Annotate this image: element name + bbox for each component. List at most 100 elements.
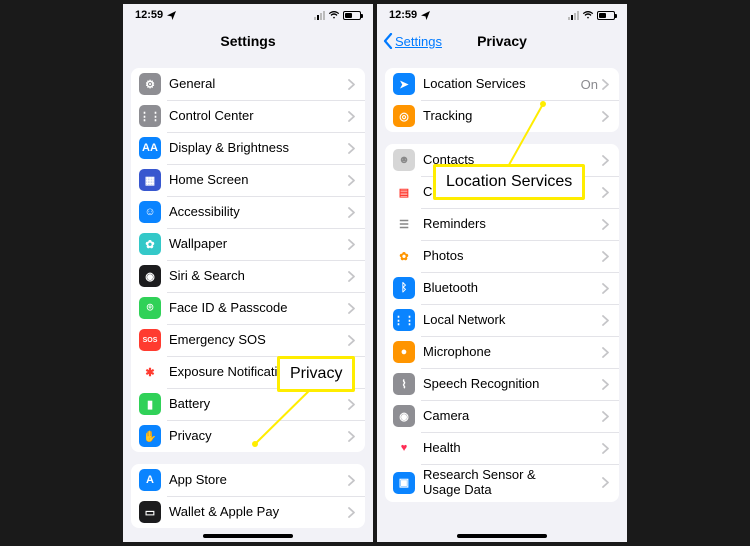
list-item[interactable]: AApp Store <box>131 464 365 496</box>
battery-icon <box>343 11 361 20</box>
list-item[interactable]: ➤ Location ServicesOn <box>385 68 619 100</box>
chevron-right-icon <box>348 303 355 314</box>
chevron-right-icon <box>602 477 609 488</box>
chevron-right-icon <box>602 443 609 454</box>
chevron-right-icon <box>602 347 609 358</box>
chevron-right-icon <box>602 251 609 262</box>
speech-icon: ⌇ <box>393 373 415 395</box>
chevron-right-icon <box>348 207 355 218</box>
chevron-right-icon <box>602 411 609 422</box>
row-label: Local Network <box>423 313 602 328</box>
row-label: Privacy <box>169 429 348 444</box>
chevron-right-icon <box>602 79 609 90</box>
grid-icon: ▦ <box>139 169 161 191</box>
home-indicator[interactable] <box>203 534 293 538</box>
list-item[interactable]: ⋮⋮Local Network <box>385 304 619 336</box>
row-label: Face ID & Passcode <box>169 301 348 316</box>
list-item[interactable]: ◎ Tracking <box>385 100 619 132</box>
person-icon: ☺ <box>139 201 161 223</box>
wifi-icon <box>328 10 340 20</box>
row-label: Photos <box>423 249 602 264</box>
row-label: Home Screen <box>169 173 348 188</box>
list-item[interactable]: ◉ Camera <box>385 400 619 432</box>
list-item[interactable]: ♥Health <box>385 432 619 464</box>
row-label: App Store <box>169 473 348 488</box>
exposure-icon: ✱ <box>139 361 161 383</box>
wallet-icon: ▭ <box>139 501 161 523</box>
list-item[interactable]: AADisplay & Brightness <box>131 132 365 164</box>
page-title: Privacy <box>477 33 527 49</box>
list-item[interactable]: ✿ Photos <box>385 240 619 272</box>
location-icon: ➤ <box>393 73 415 95</box>
gear-icon: ⚙ <box>139 73 161 95</box>
list-item[interactable]: ▦ Home Screen <box>131 164 365 196</box>
list-item[interactable]: ▭ Wallet & Apple Pay <box>131 496 365 528</box>
sos-icon: SOS <box>139 329 161 351</box>
chevron-right-icon <box>348 143 355 154</box>
camera-icon: ◉ <box>393 405 415 427</box>
list-item[interactable]: ●Microphone <box>385 336 619 368</box>
chevron-right-icon <box>348 239 355 250</box>
list-item[interactable]: SOS Emergency SOS <box>131 324 365 356</box>
status-bar: 12:59 <box>377 4 627 26</box>
row-label: Reminders <box>423 217 602 232</box>
list-item[interactable]: ☺ Accessibility <box>131 196 365 228</box>
callout-privacy: Privacy <box>277 356 355 392</box>
chevron-right-icon <box>348 475 355 486</box>
chevron-right-icon <box>348 79 355 90</box>
callout-location-services: Location Services <box>433 164 585 200</box>
settings-group: ➤ Location ServicesOn ◎ Tracking <box>385 68 619 132</box>
settings-group: ⚙General⋮⋮Control CenterAADisplay & Brig… <box>131 68 365 452</box>
location-arrow-icon <box>421 11 430 20</box>
chevron-right-icon <box>348 399 355 410</box>
row-label: Microphone <box>423 345 602 360</box>
list-item[interactable]: ✋Privacy <box>131 420 365 452</box>
settings-group: AApp Store ▭ Wallet & Apple Pay <box>131 464 365 528</box>
settings-list[interactable]: ⚙General⋮⋮Control CenterAADisplay & Brig… <box>123 56 373 542</box>
row-label: Wallet & Apple Pay <box>169 505 348 520</box>
row-value: On <box>581 77 598 92</box>
back-button[interactable]: Settings <box>383 26 442 56</box>
list-item[interactable]: ✿Wallpaper <box>131 228 365 260</box>
back-label: Settings <box>395 34 442 49</box>
wifi-icon <box>582 10 594 20</box>
row-label: Display & Brightness <box>169 141 348 156</box>
contacts-icon: ☻ <box>393 149 415 171</box>
row-label: Location Services <box>423 77 581 92</box>
list-item[interactable]: ☰Reminders <box>385 208 619 240</box>
row-label: Tracking <box>423 109 602 124</box>
list-item[interactable]: ⌾ Face ID & Passcode <box>131 292 365 324</box>
list-item[interactable]: ⚙General <box>131 68 365 100</box>
privacy-list[interactable]: ➤Location ServicesOn◎Tracking☻Contacts▤C… <box>377 56 627 542</box>
settings-screen: 12:59 Settings ⚙General⋮⋮Control CenterA… <box>123 4 373 542</box>
list-item[interactable]: ᛒBluetooth <box>385 272 619 304</box>
cell-signal-icon <box>314 11 325 20</box>
chevron-right-icon <box>602 315 609 326</box>
list-item[interactable]: ⋮⋮Control Center <box>131 100 365 132</box>
list-item[interactable]: ▣Research Sensor & Usage Data <box>385 464 619 502</box>
list-item[interactable]: ⌇ Speech Recognition <box>385 368 619 400</box>
faceid-icon: ⌾ <box>139 297 161 319</box>
row-label: Research Sensor & Usage Data <box>423 468 602 498</box>
calendar-icon: ▤ <box>393 181 415 203</box>
row-label: Emergency SOS <box>169 333 348 348</box>
health-icon: ♥ <box>393 437 415 459</box>
tracking-icon: ◎ <box>393 105 415 127</box>
row-label: Accessibility <box>169 205 348 220</box>
chevron-right-icon <box>602 219 609 230</box>
nav-bar: Settings Privacy <box>377 26 627 56</box>
bluetooth-icon: ᛒ <box>393 277 415 299</box>
row-label: Speech Recognition <box>423 377 602 392</box>
home-indicator[interactable] <box>457 534 547 538</box>
row-label: Control Center <box>169 109 348 124</box>
battery-icon: ▮ <box>139 393 161 415</box>
list-item[interactable]: ▮ Battery <box>131 388 365 420</box>
chevron-right-icon <box>348 335 355 346</box>
photos-icon: ✿ <box>393 245 415 267</box>
list-item[interactable]: ◉Siri & Search <box>131 260 365 292</box>
row-label: Camera <box>423 409 602 424</box>
row-label: Siri & Search <box>169 269 348 284</box>
privacy-screen: 12:59 Settings Privacy ➤ Location Service… <box>377 4 627 542</box>
chevron-right-icon <box>602 187 609 198</box>
row-label: Battery <box>169 397 348 412</box>
